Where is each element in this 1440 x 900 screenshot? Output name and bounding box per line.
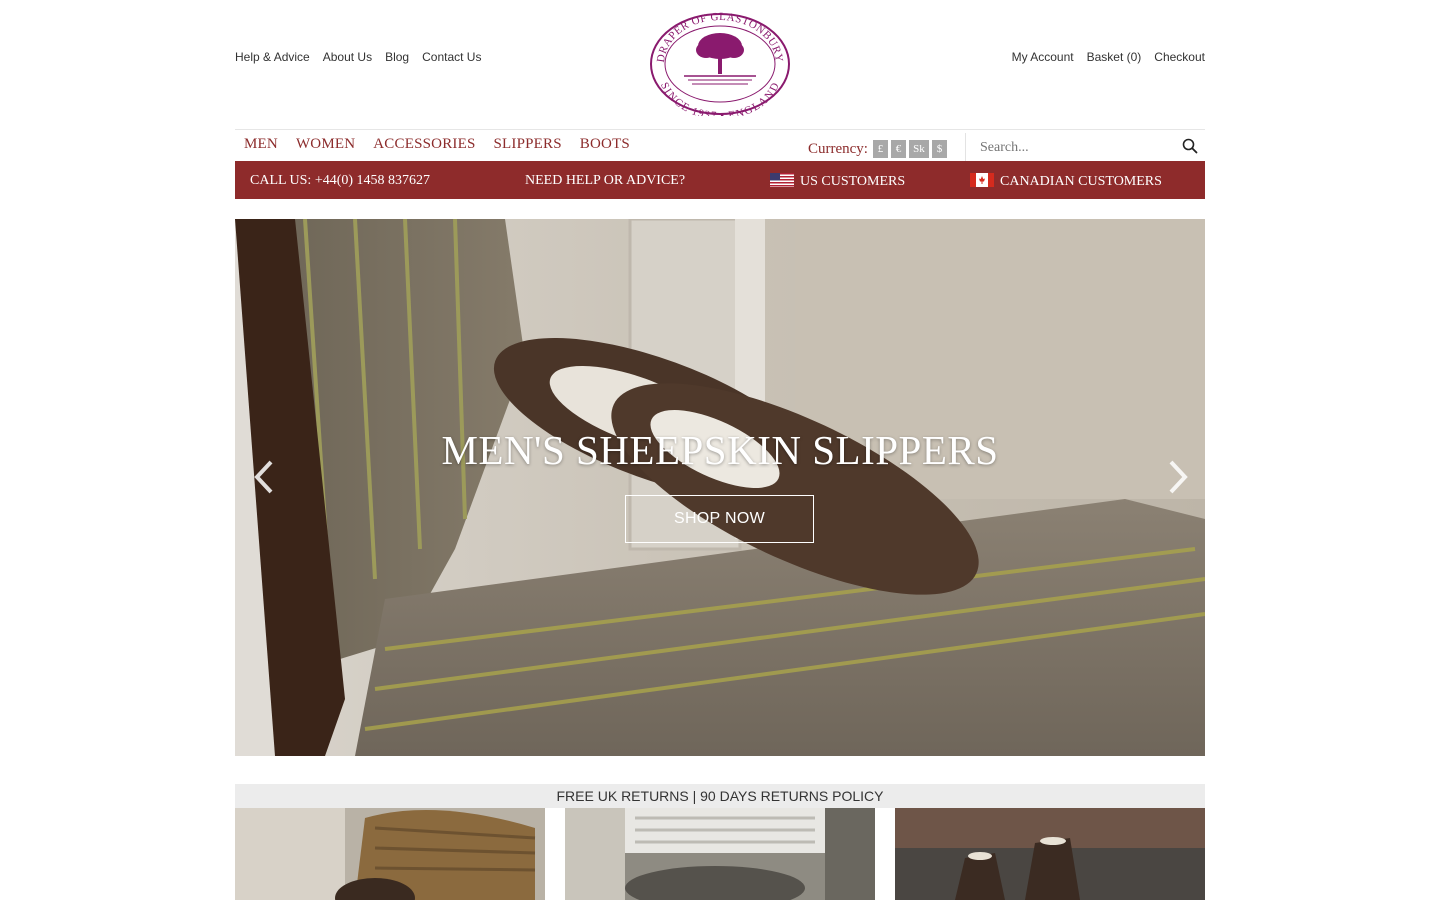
us-customers-link[interactable]: US CUSTOMERS: [770, 173, 905, 190]
nav-boots[interactable]: BOOTS: [580, 136, 630, 153]
us-customers-label: US CUSTOMERS: [800, 174, 906, 189]
nav-men[interactable]: MEN: [244, 136, 278, 153]
shop-now-button[interactable]: SHOP NOW: [625, 495, 814, 543]
info-bar: CALL US: +44(0) 1458 837627 NEED HELP OR…: [235, 161, 1205, 199]
utility-nav-right: My Account Basket (0) Checkout: [1012, 50, 1205, 64]
nav-accessories[interactable]: ACCESSORIES: [373, 136, 475, 153]
search-box: [965, 133, 1206, 161]
tile-image-1: [235, 808, 545, 900]
currency-gbp-button[interactable]: £: [872, 140, 888, 158]
nav-slippers[interactable]: SLIPPERS: [494, 136, 562, 153]
canada-flag-icon: [970, 173, 994, 187]
call-us-text: CALL US: +44(0) 1458 837627: [250, 173, 431, 188]
nav-women[interactable]: WOMEN: [296, 136, 355, 153]
brand-logo[interactable]: DRAPER OF GLASTONBURY SINCE 1937 • ENGLA…: [648, 11, 792, 122]
hero-title: MEN'S SHEEPSKIN SLIPPERS: [441, 427, 999, 473]
my-account-link[interactable]: My Account: [1012, 50, 1074, 64]
currency-eur-button[interactable]: €: [890, 140, 906, 158]
currency-sk-button[interactable]: Sk: [908, 140, 929, 158]
utility-nav-left: Help & Advice About Us Blog Contact Us: [235, 50, 481, 64]
currency-label: Currency:: [808, 140, 868, 157]
checkout-link[interactable]: Checkout: [1154, 50, 1205, 64]
us-flag-icon: [770, 173, 794, 187]
main-nav: MEN WOMEN ACCESSORIES SLIPPERS BOOTS: [244, 136, 630, 153]
blog-link[interactable]: Blog: [385, 50, 409, 64]
category-tile-2[interactable]: [565, 808, 875, 900]
search-input[interactable]: [978, 139, 1172, 157]
category-tile-3[interactable]: [895, 808, 1205, 900]
chevron-right-icon[interactable]: [1163, 457, 1193, 497]
hero-banner[interactable]: MEN'S SHEEPSKIN SLIPPERS SHOP NOW: [235, 219, 1205, 756]
category-tile-1[interactable]: [235, 808, 545, 900]
contact-us-link[interactable]: Contact Us: [422, 50, 481, 64]
basket-link[interactable]: Basket (0): [1087, 50, 1142, 64]
about-us-link[interactable]: About Us: [323, 50, 372, 64]
help-advice-link[interactable]: Help & Advice: [235, 50, 310, 64]
chevron-left-icon[interactable]: [249, 457, 279, 497]
search-icon[interactable]: [1182, 138, 1198, 154]
hero-image: [235, 219, 1205, 756]
currency-selector: Currency: £ € Sk $: [808, 140, 947, 158]
tile-image-2: [565, 808, 875, 900]
help-advice-bar-link[interactable]: NEED HELP OR ADVICE?: [525, 173, 685, 189]
canadian-customers-label: CANADIAN CUSTOMERS: [1000, 174, 1162, 189]
tile-image-3: [895, 808, 1205, 900]
returns-policy-banner: FREE UK RETURNS | 90 DAYS RETURNS POLICY: [235, 784, 1205, 808]
canadian-customers-link[interactable]: CANADIAN CUSTOMERS: [970, 173, 1162, 190]
currency-usd-button[interactable]: $: [931, 140, 947, 158]
